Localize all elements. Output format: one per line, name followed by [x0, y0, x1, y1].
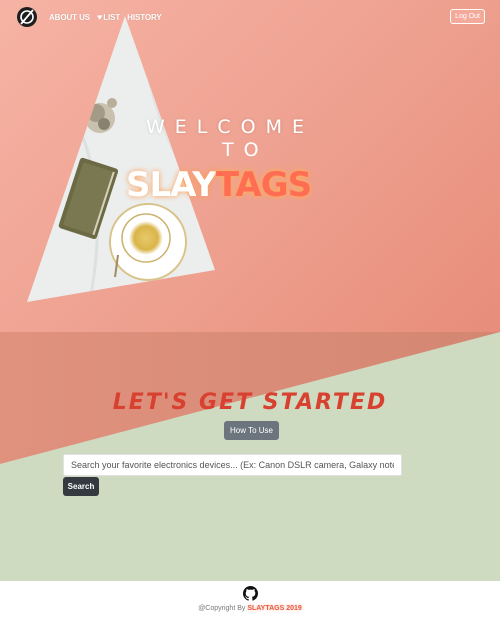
search-button[interactable]: Search	[63, 477, 99, 496]
hero-section: ABOUT US ♥ LIST HISTORY Log Out WELCOME …	[0, 0, 500, 332]
github-icon[interactable]	[243, 586, 258, 601]
to-text: TO	[222, 139, 269, 161]
copyright-text: @Copyright By SLAYTAGS 2019	[0, 605, 500, 612]
welcome-text: WELCOME	[146, 116, 314, 138]
heart-icon: ♥	[96, 12, 103, 22]
nav-list-label: LIST	[103, 12, 121, 22]
copyright-prefix: @Copyright By	[198, 605, 248, 612]
brand-title: SLAYTAGS	[126, 165, 312, 205]
nav-links: ABOUT US ♥ LIST HISTORY	[49, 12, 169, 22]
brand-part-slay: SLAY	[126, 165, 217, 205]
search-input[interactable]	[63, 454, 402, 476]
how-to-use-button[interactable]: How To Use	[224, 421, 279, 440]
copyright-link[interactable]: SLAYTAGS 2019	[247, 605, 301, 612]
get-started-heading: LET'S GET STARTED	[112, 390, 388, 415]
top-navbar: ABOUT US ♥ LIST HISTORY Log Out	[0, 0, 500, 34]
slaytags-logo-icon[interactable]	[17, 7, 37, 27]
logout-button[interactable]: Log Out	[450, 9, 485, 24]
nav-list[interactable]: ♥ LIST	[97, 12, 120, 22]
nav-history[interactable]: HISTORY	[127, 13, 162, 22]
nav-about-us[interactable]: ABOUT US	[49, 13, 90, 22]
brand-part-tags: TAGS	[215, 165, 312, 205]
footer: @Copyright By SLAYTAGS 2019	[0, 581, 500, 629]
search-section: LET'S GET STARTED How To Use Search	[0, 332, 500, 581]
